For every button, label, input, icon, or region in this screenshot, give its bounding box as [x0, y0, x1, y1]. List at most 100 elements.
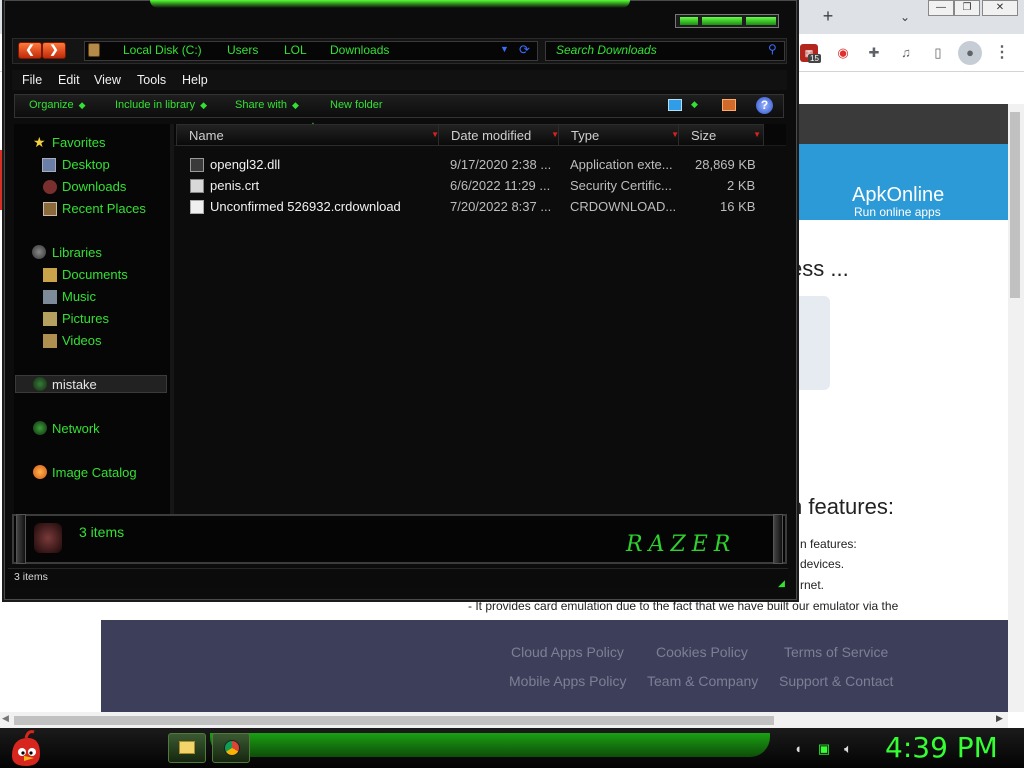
- clock[interactable]: 4:39 PM: [885, 731, 998, 764]
- nav-network[interactable]: Network: [52, 421, 100, 436]
- address-dropdown-icon[interactable]: ▼: [500, 44, 509, 54]
- share-with-button[interactable]: Share with ◆: [235, 99, 299, 111]
- nav-downloads[interactable]: Downloads: [62, 179, 126, 194]
- breadcrumb-local-disk[interactable]: Local Disk (C:): [123, 43, 202, 57]
- site-footer: [101, 620, 1009, 712]
- site-header: [790, 104, 1009, 144]
- column-name[interactable]: Name ▼: [176, 124, 442, 146]
- details-pane-right-grip: [773, 514, 783, 564]
- column-size[interactable]: Size ▼: [678, 124, 764, 146]
- media-control-icon[interactable]: ♫: [897, 44, 915, 62]
- preview-pane-icon[interactable]: [722, 99, 736, 111]
- file-date: 7/20/2022 8:37 ...: [450, 199, 552, 214]
- taskbar-chrome-button[interactable]: [212, 733, 250, 763]
- music-icon: [43, 290, 57, 304]
- dll-icon: [190, 158, 204, 172]
- status-bar: [8, 568, 788, 588]
- file-date: 6/6/2022 11:29 ...: [450, 178, 551, 193]
- puzzle-extensions-icon[interactable]: ✚: [865, 44, 883, 62]
- start-button[interactable]: [6, 728, 46, 768]
- breadcrumb-users[interactable]: Users: [227, 43, 258, 57]
- browser-restore-button[interactable]: ❐: [954, 0, 980, 16]
- footer-link-team-company[interactable]: Team & Company: [647, 673, 758, 689]
- refresh-icon[interactable]: ⟳: [519, 42, 530, 58]
- nav-pictures[interactable]: Pictures: [62, 311, 109, 326]
- close-button[interactable]: [746, 17, 776, 25]
- menu-bar: [12, 70, 787, 90]
- body-line: - It provides card emulation due to the …: [468, 599, 899, 613]
- window-top-glow: [150, 0, 630, 8]
- star-icon: ★: [33, 134, 46, 150]
- file-type: Security Certific...: [570, 178, 672, 193]
- browser-close-button[interactable]: ✕: [982, 0, 1018, 16]
- file-size: 16 KB: [720, 199, 756, 214]
- file-date: 9/17/2020 2:38 ...: [450, 157, 552, 172]
- resize-grip-icon[interactable]: ◢: [778, 578, 785, 589]
- minimize-button[interactable]: [680, 17, 698, 25]
- network-status-icon[interactable]: ▣: [816, 741, 832, 757]
- downloads-icon: [43, 180, 57, 194]
- footer-link-mobile-apps-policy[interactable]: Mobile Apps Policy: [509, 673, 627, 689]
- footer-link-cookies-policy[interactable]: Cookies Policy: [656, 644, 748, 660]
- file-icon: [190, 200, 204, 214]
- horizontal-scrollbar-thumb[interactable]: [14, 716, 774, 725]
- view-options-dropdown-icon[interactable]: ◆: [691, 99, 698, 110]
- forward-button[interactable]: ❯: [42, 42, 66, 59]
- nav-mistake[interactable]: mistake: [52, 377, 97, 392]
- volume-icon[interactable]: 🔈︎: [840, 741, 856, 757]
- nav-image-catalog[interactable]: Image Catalog: [52, 465, 137, 480]
- tray-arrow-icon[interactable]: ◖: [790, 741, 806, 757]
- nav-favorites[interactable]: Favorites: [52, 135, 105, 150]
- share-with-label: Share with: [235, 99, 287, 111]
- file-row[interactable]: Unconfirmed 526932.crdownload 7/20/2022 …: [174, 197, 786, 217]
- tab-search-button[interactable]: ⌄: [896, 8, 914, 26]
- details-pane-left-grip: [16, 514, 26, 564]
- column-date-label: Date modified: [451, 128, 532, 143]
- nav-music[interactable]: Music: [62, 289, 96, 304]
- menu-edit[interactable]: Edit: [58, 73, 80, 87]
- nav-videos[interactable]: Videos: [62, 333, 102, 348]
- search-icon[interactable]: ⚲: [768, 42, 777, 56]
- column-menu-icon[interactable]: ▼: [753, 130, 761, 139]
- nav-libraries[interactable]: Libraries: [52, 245, 102, 260]
- column-date-modified[interactable]: Date modified ▼: [438, 124, 562, 146]
- flag-extension-icon[interactable]: ◉: [834, 44, 852, 62]
- file-row[interactable]: penis.crt 6/6/2022 11:29 ... Security Ce…: [174, 176, 786, 196]
- file-name: Unconfirmed 526932.crdownload: [210, 199, 401, 214]
- vertical-scrollbar-thumb[interactable]: [1010, 112, 1020, 298]
- browser-menu-icon[interactable]: ⋮: [994, 44, 1010, 62]
- scroll-right-icon[interactable]: ▶: [996, 713, 1003, 724]
- back-button[interactable]: ❮: [18, 42, 42, 59]
- nav-documents[interactable]: Documents: [62, 267, 128, 282]
- nav-recent-places[interactable]: Recent Places: [62, 201, 146, 216]
- maximize-button[interactable]: [702, 17, 742, 25]
- profile-avatar[interactable]: ●: [958, 41, 982, 65]
- browser-minimize-button[interactable]: —: [928, 0, 954, 16]
- chrome-icon: [224, 740, 240, 756]
- side-panel-icon[interactable]: ▯: [929, 44, 947, 62]
- breadcrumb-lol[interactable]: LOL: [284, 43, 307, 57]
- folder-icon: [179, 741, 195, 754]
- menu-tools[interactable]: Tools: [137, 73, 166, 87]
- menu-file[interactable]: File: [22, 73, 42, 87]
- taskbar-explorer-button[interactable]: [168, 733, 206, 763]
- file-type: CRDOWNLOAD...: [570, 199, 677, 214]
- view-options-icon[interactable]: [668, 99, 682, 111]
- new-tab-button[interactable]: +: [818, 6, 838, 26]
- nav-desktop[interactable]: Desktop: [62, 157, 110, 172]
- include-in-library-button[interactable]: Include in library ◆: [115, 99, 207, 111]
- footer-link-support-contact[interactable]: Support & Contact: [779, 673, 893, 689]
- footer-link-cloud-apps-policy[interactable]: Cloud Apps Policy: [511, 644, 624, 660]
- column-type[interactable]: Type ▼: [558, 124, 682, 146]
- organize-button[interactable]: Organize ◆: [29, 99, 86, 111]
- breadcrumb-downloads[interactable]: Downloads: [330, 43, 389, 57]
- scroll-left-icon[interactable]: ◀: [2, 713, 9, 724]
- menu-help[interactable]: Help: [182, 73, 208, 87]
- body-line: n features:: [800, 537, 857, 551]
- file-row[interactable]: opengl32.dll 9/17/2020 2:38 ... Applicat…: [174, 155, 786, 175]
- footer-link-terms-of-service[interactable]: Terms of Service: [784, 644, 888, 660]
- menu-view[interactable]: View: [94, 73, 121, 87]
- new-folder-button[interactable]: New folder: [330, 99, 383, 111]
- column-name-label: Name: [189, 128, 224, 143]
- help-icon[interactable]: ?: [756, 97, 773, 114]
